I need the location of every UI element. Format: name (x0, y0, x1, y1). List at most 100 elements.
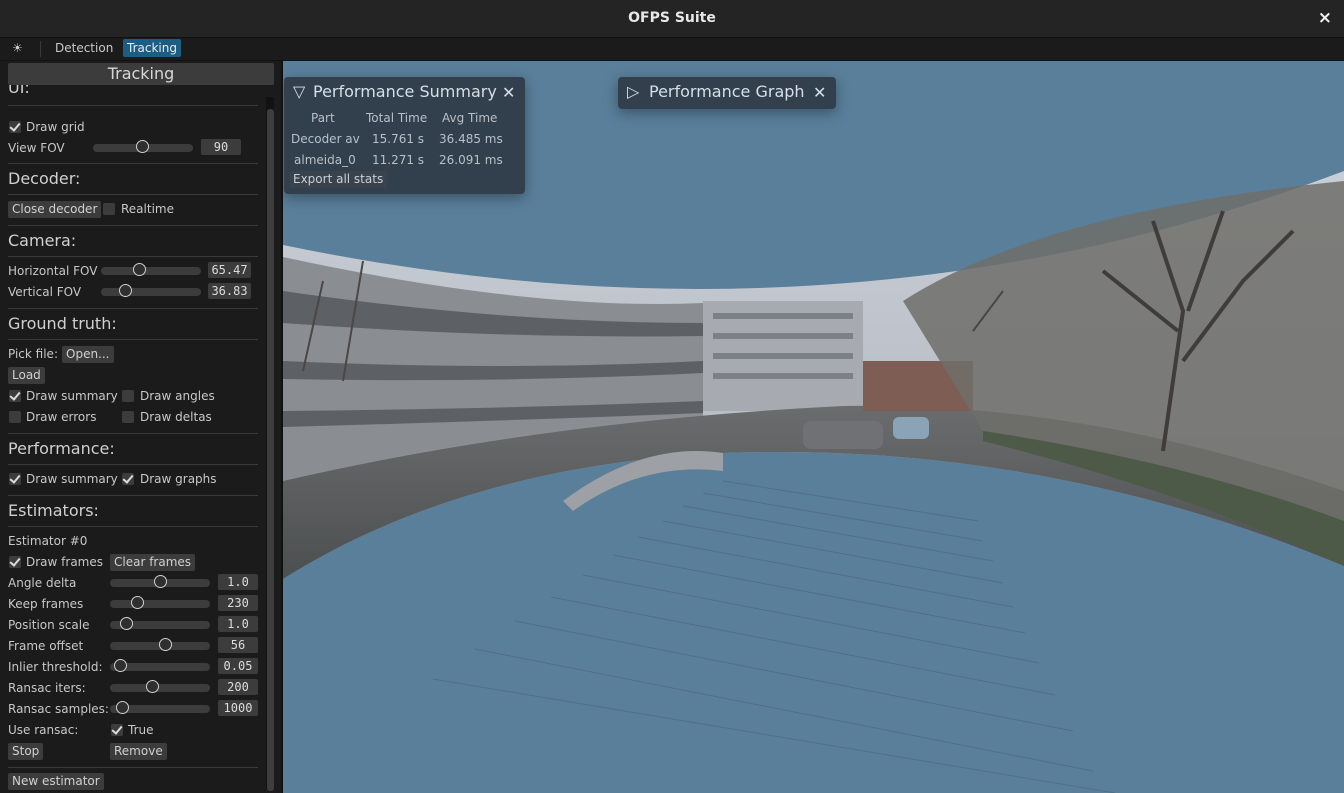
divider (8, 256, 258, 257)
view-fov-slider-handle[interactable] (136, 140, 149, 153)
use-ransac-label: Use ransac: (8, 723, 79, 737)
draw-frames-checkbox[interactable] (9, 556, 21, 568)
divider (8, 225, 258, 226)
remove-button[interactable]: Remove (110, 743, 167, 760)
frame-offset-value[interactable]: 56 (218, 637, 258, 653)
section-heading-decoder: Decoder: (8, 169, 81, 188)
divider (8, 495, 258, 496)
realtime-checkbox[interactable] (103, 203, 115, 215)
vertical-fov-value[interactable]: 36.83 (208, 283, 251, 299)
vertical-fov-slider[interactable] (101, 288, 201, 296)
inlier-threshold-value[interactable]: 0.05 (218, 658, 258, 674)
divider (8, 105, 258, 106)
table-cell: Decoder av (291, 132, 360, 146)
frame-offset-label: Frame offset (8, 639, 84, 653)
divider (8, 767, 258, 768)
horizontal-fov-value[interactable]: 65.47 (208, 262, 251, 278)
horizontal-fov-label: Horizontal FOV (8, 264, 98, 278)
gt-draw-angles-checkbox[interactable] (122, 390, 134, 402)
divider (8, 163, 258, 164)
frame-offset-slider-handle[interactable] (159, 638, 172, 651)
position-scale-value[interactable]: 1.0 (218, 616, 258, 632)
divider (8, 464, 258, 465)
draw-grid-label: Draw grid (26, 120, 85, 134)
window-title: OFPS Suite (628, 10, 716, 26)
table-cell: almeida_0 (294, 153, 356, 167)
keep-frames-value[interactable]: 230 (218, 595, 258, 611)
new-estimator-button[interactable]: New estimator (8, 773, 104, 790)
section-heading-ground-truth: Ground truth: (8, 314, 117, 333)
horizontal-fov-slider[interactable] (101, 267, 201, 275)
ground-grid (432, 480, 1116, 793)
collapse-toggle-icon[interactable]: ▽ (293, 82, 305, 101)
gt-draw-deltas-checkbox[interactable] (122, 411, 134, 423)
perf-draw-graphs-label: Draw graphs (140, 472, 217, 486)
divider (8, 339, 258, 340)
keep-frames-slider-handle[interactable] (131, 596, 144, 609)
column-header-avg-time: Avg Time (442, 111, 498, 125)
gt-draw-summary-label: Draw summary (26, 389, 118, 403)
horizontal-fov-slider-handle[interactable] (133, 263, 146, 276)
position-scale-slider-handle[interactable] (120, 617, 133, 630)
gt-draw-summary-checkbox[interactable] (9, 390, 21, 402)
gt-draw-angles-label: Draw angles (140, 389, 215, 403)
table-cell: 36.485 ms (439, 132, 503, 146)
menu-item-detection[interactable]: Detection (51, 39, 117, 57)
inlier-threshold-label: Inlier threshold: (8, 660, 103, 674)
view-fov-label: View FOV (8, 141, 65, 155)
perf-draw-summary-checkbox[interactable] (9, 473, 21, 485)
performance-graph-title: Performance Graph (649, 82, 805, 101)
table-cell: 11.271 s (372, 153, 425, 167)
angle-delta-label: Angle delta (8, 576, 77, 590)
keep-frames-slider[interactable] (110, 600, 210, 608)
ransac-iters-slider[interactable] (110, 684, 210, 692)
ransac-iters-label: Ransac iters: (8, 681, 86, 695)
position-scale-label: Position scale (8, 618, 90, 632)
angle-delta-slider-handle[interactable] (154, 575, 167, 588)
export-all-stats-button[interactable]: Export all stats (289, 171, 388, 188)
3d-viewport[interactable]: ▽ Performance Summary ✕ Part Total Time … (283, 61, 1344, 793)
theme-toggle-icon[interactable]: ☀ (12, 41, 23, 55)
use-ransac-checkbox[interactable] (111, 724, 123, 736)
menu-item-tracking[interactable]: Tracking (123, 39, 181, 57)
clear-frames-button[interactable]: Clear frames (110, 554, 196, 571)
ransac-samples-value[interactable]: 1000 (218, 700, 258, 716)
menu-separator (40, 41, 41, 57)
perf-draw-summary-label: Draw summary (26, 472, 118, 486)
section-heading-performance: Performance: (8, 439, 115, 458)
close-icon[interactable]: ✕ (813, 83, 826, 102)
performance-summary-title: Performance Summary (313, 82, 497, 101)
vertical-fov-slider-handle[interactable] (119, 284, 132, 297)
performance-graph-window[interactable]: ▷ Performance Graph ✕ (618, 77, 836, 109)
section-heading-camera: Camera: (8, 231, 77, 250)
use-ransac-value: True (128, 723, 154, 737)
draw-grid-checkbox[interactable] (9, 121, 21, 133)
load-button[interactable]: Load (8, 367, 45, 384)
angle-delta-value[interactable]: 1.0 (218, 574, 258, 590)
panel-title: Tracking (8, 63, 274, 85)
ransac-iters-value[interactable]: 200 (218, 679, 258, 695)
stop-button[interactable]: Stop (8, 743, 44, 760)
inlier-threshold-slider-handle[interactable] (114, 659, 127, 672)
keep-frames-label: Keep frames (8, 597, 84, 611)
realtime-label: Realtime (121, 202, 174, 216)
close-decoder-button[interactable]: Close decoder (8, 201, 102, 218)
vertical-fov-label: Vertical FOV (8, 285, 82, 299)
panel-scrollbar[interactable] (267, 109, 274, 791)
close-icon[interactable]: ✕ (502, 83, 515, 102)
open-file-button[interactable]: Open... (62, 346, 114, 363)
expand-toggle-icon[interactable]: ▷ (627, 82, 639, 101)
gt-draw-errors-checkbox[interactable] (9, 411, 21, 423)
view-fov-value[interactable]: 90 (201, 139, 241, 155)
section-heading-estimators: Estimators: (8, 501, 99, 520)
table-cell: 26.091 ms (439, 153, 503, 167)
ransac-samples-slider-handle[interactable] (116, 701, 129, 714)
ransac-samples-label: Ransac samples: (8, 702, 109, 716)
section-heading-ui: UI: (8, 85, 30, 97)
performance-summary-window[interactable]: ▽ Performance Summary ✕ Part Total Time … (284, 77, 525, 194)
draw-frames-label: Draw frames (26, 555, 103, 569)
close-window-button[interactable]: × (1318, 8, 1332, 28)
divider (8, 194, 258, 195)
perf-draw-graphs-checkbox[interactable] (122, 473, 134, 485)
ransac-iters-slider-handle[interactable] (146, 680, 159, 693)
